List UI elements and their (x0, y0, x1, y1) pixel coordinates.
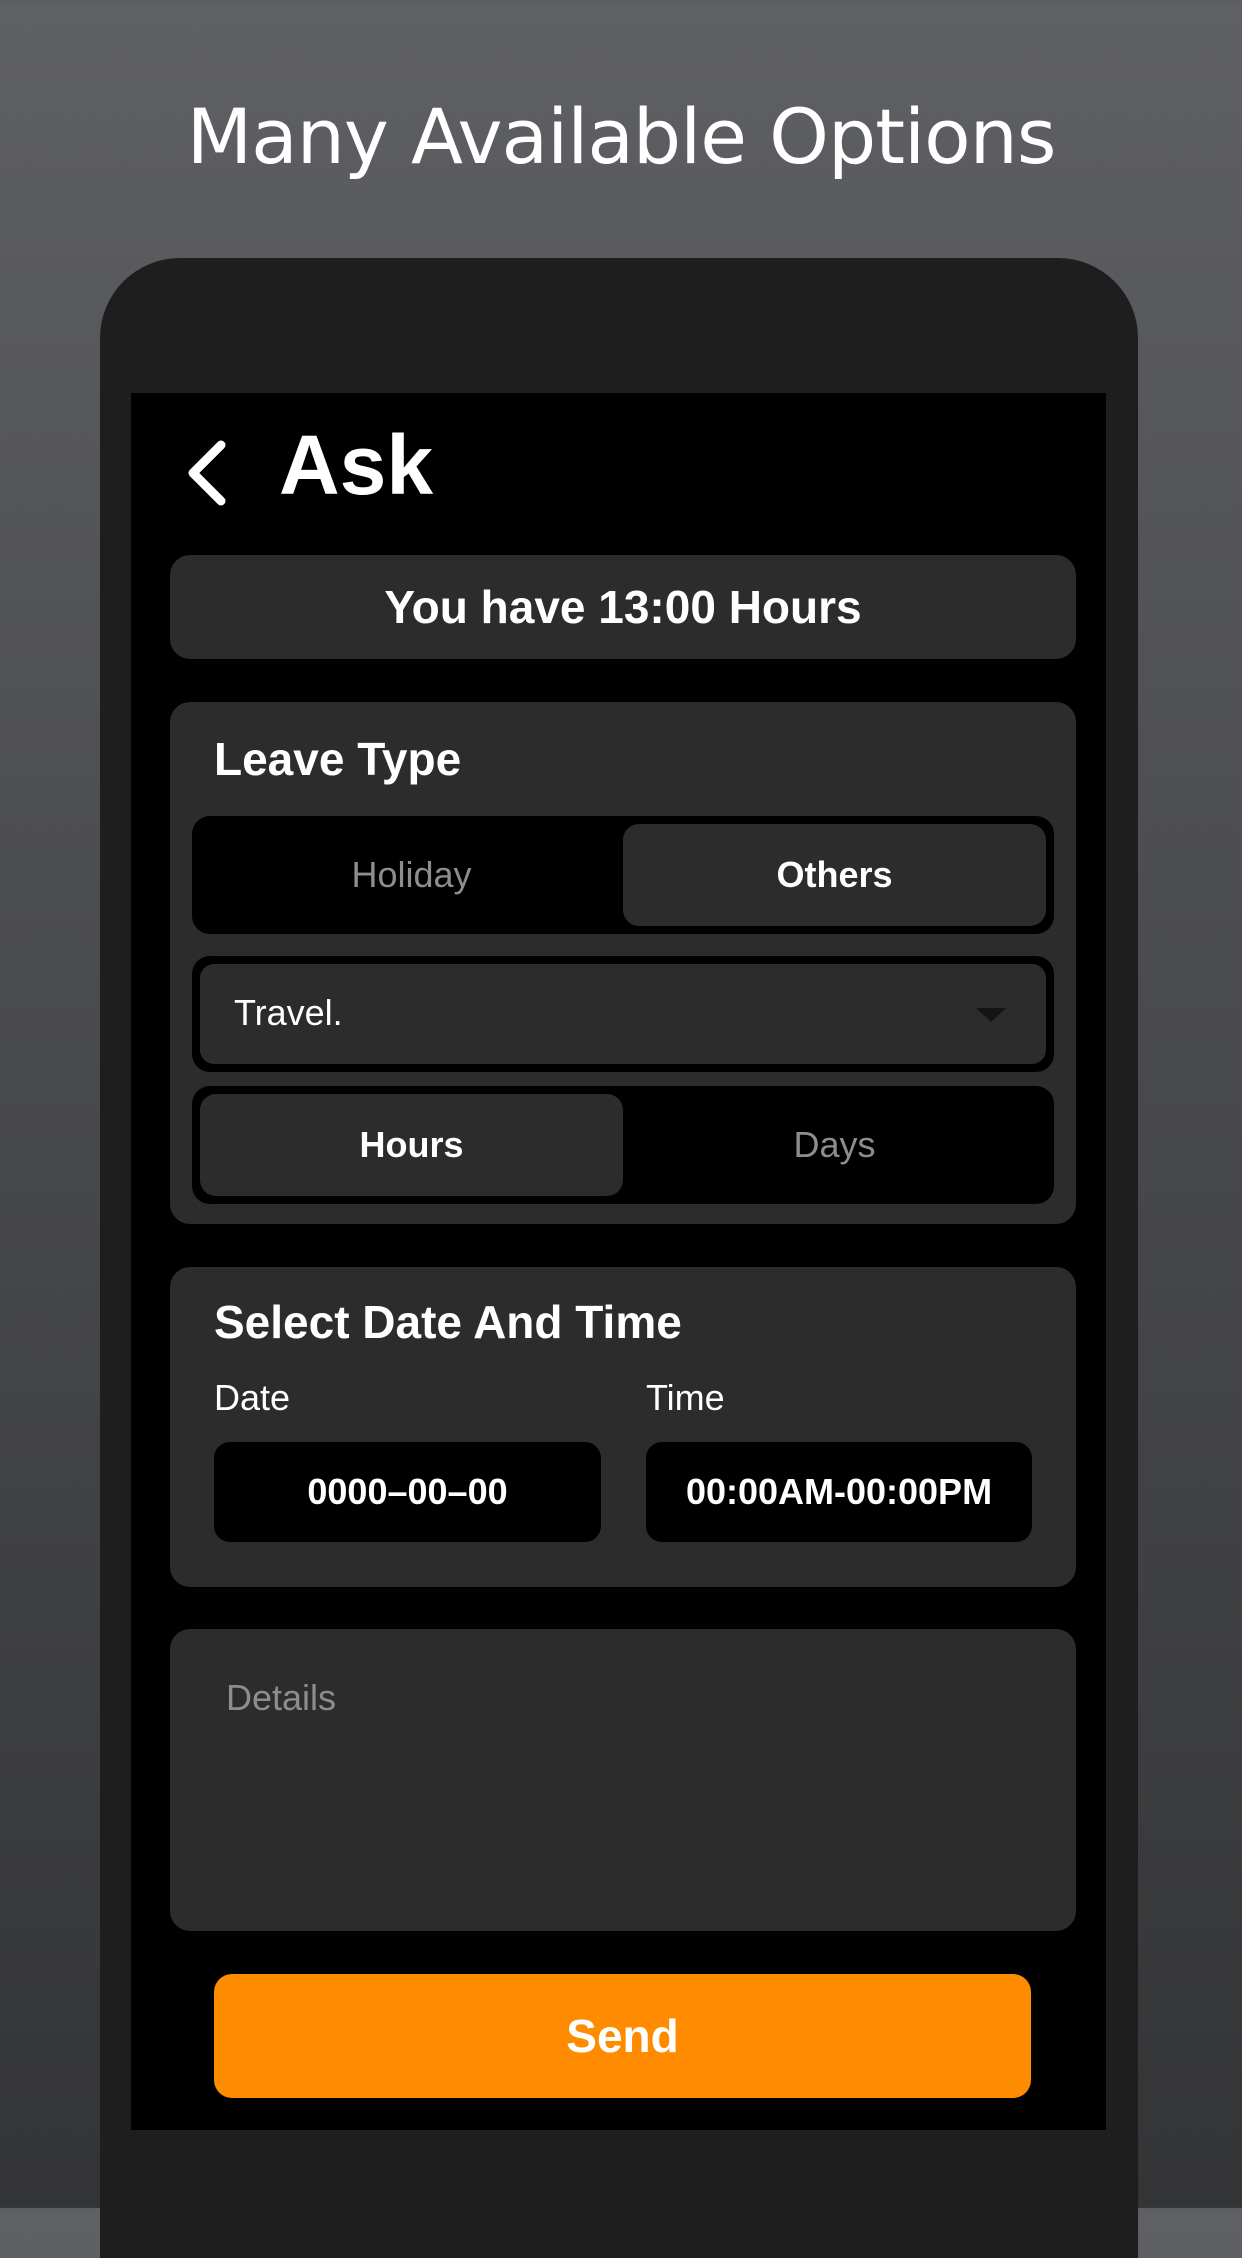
date-picker-field[interactable]: 0000–00–00 (214, 1442, 601, 1542)
leave-type-card: Leave Type Holiday Others Travel. Hours … (170, 702, 1076, 1224)
chevron-left-icon (188, 440, 226, 506)
leave-reason-select[interactable]: Travel. (200, 964, 1046, 1064)
leave-type-segmented-control: Holiday Others (192, 816, 1054, 934)
time-picker-field[interactable]: 00:00AM-00:00PM (646, 1442, 1032, 1542)
leave-unit-segmented-control: Hours Days (192, 1086, 1054, 1204)
leave-unit-option-hours[interactable]: Hours (200, 1094, 623, 1196)
promo-headline: Many Available Options (186, 92, 1057, 181)
hours-balance-banner: You have 13:00 Hours (170, 555, 1076, 659)
send-button[interactable]: Send (214, 1974, 1031, 2098)
leave-unit-option-days[interactable]: Days (623, 1094, 1046, 1196)
leave-reason-value: Travel. (234, 992, 343, 1033)
details-card (170, 1629, 1076, 1931)
app-header: Ask (131, 393, 1106, 543)
leave-reason-select-frame: Travel. (192, 956, 1054, 1072)
leave-type-option-others[interactable]: Others (623, 824, 1046, 926)
back-button[interactable] (179, 433, 239, 513)
time-label: Time (646, 1377, 725, 1418)
leave-type-option-holiday[interactable]: Holiday (200, 824, 623, 926)
leave-type-title: Leave Type (214, 733, 462, 785)
app-screen: Ask You have 13:00 Hours Leave Type Holi… (131, 393, 1106, 2130)
details-input[interactable] (170, 1629, 1076, 1931)
date-time-title: Select Date And Time (214, 1296, 682, 1348)
page-title: Ask (279, 418, 434, 512)
date-label: Date (214, 1377, 291, 1418)
caret-down-icon (976, 1008, 1006, 1022)
date-time-card: Select Date And Time Date Time 0000–00–0… (170, 1267, 1076, 1587)
